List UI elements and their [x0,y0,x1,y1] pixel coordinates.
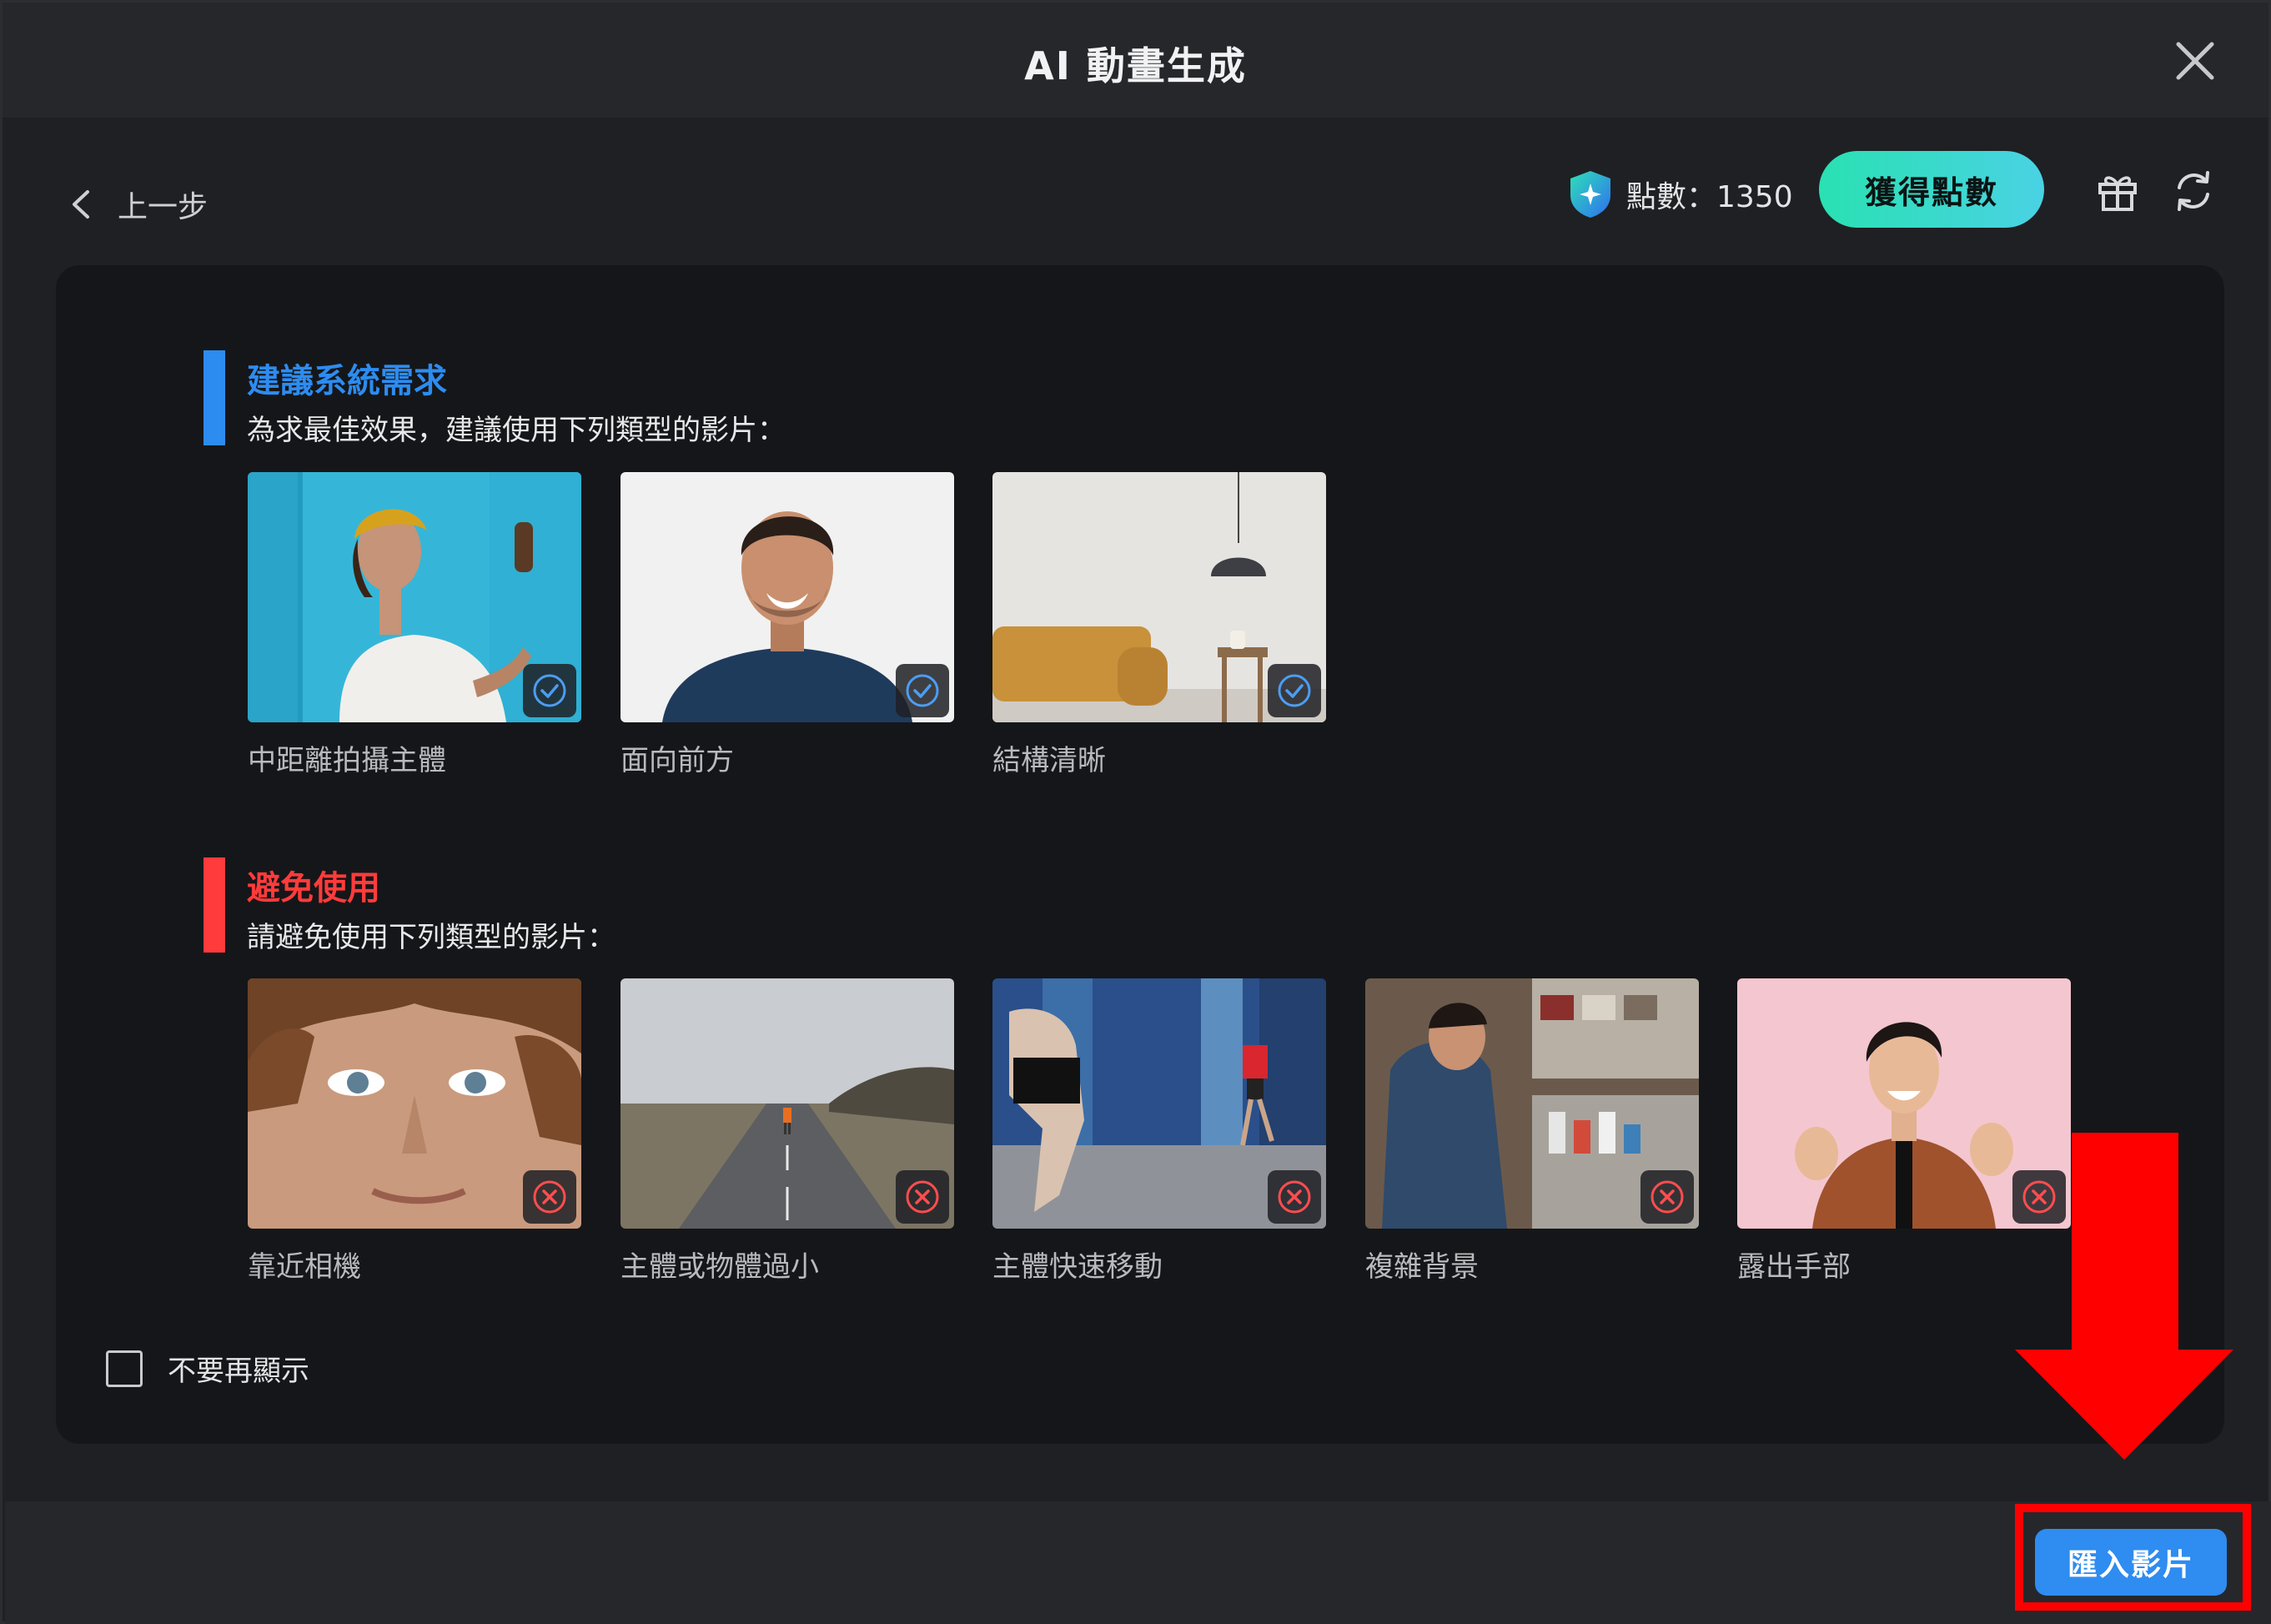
thumbnail-clear-structure [992,472,1326,722]
back-button[interactable]: 上一步 [69,182,208,227]
thumbnail-subject-too-small [621,978,954,1229]
recommended-card-medium-shot: 中距離拍攝主體 [248,472,581,778]
title-bar: AI 動畫生成 [3,3,2268,118]
dont-show-again-checkbox[interactable] [106,1350,143,1387]
back-label: 上一步 [118,190,209,224]
points-display: 點數：1350 [1566,168,1793,221]
cross-icon [1650,1180,1684,1214]
cross-icon [533,1180,566,1214]
recommended-subtitle: 為求最佳效果，建議使用下列類型的影片： [247,414,786,447]
avoid-subtitle: 請避免使用下列類型的影片： [247,921,615,954]
card-label: 中距離拍攝主體 [248,744,446,777]
card-label: 複雜背景 [1365,1250,1479,1284]
thumbnail-medium-shot [248,472,581,722]
refresh-icon [2178,171,2209,211]
avoid-card-close-to-camera: 靠近相機 [248,978,581,1285]
close-button[interactable] [2172,38,2218,84]
dont-show-again-option[interactable]: 不要再顯示 [106,1348,309,1389]
thumbnail-complex-background [1365,978,1699,1229]
refresh-button[interactable] [2171,168,2216,214]
down-arrow-annotation [2015,1133,2233,1460]
gift-button[interactable] [2096,169,2139,213]
avoid-card-complex-background: 複雜背景 [1365,978,1699,1285]
dont-show-again-label: 不要再顯示 [168,1355,309,1388]
gift-icon [2098,176,2137,211]
cross-badge [1268,1170,1321,1224]
points-shield-icon [1570,171,1610,218]
chevron-left-icon [73,190,89,219]
check-icon [906,674,939,707]
check-icon [1278,674,1311,707]
check-badge [896,664,949,717]
close-icon [2176,42,2214,80]
get-points-button[interactable]: 獲得點數 [1819,151,2044,228]
avoid-card-fast-motion: 主體快速移動 [992,978,1326,1285]
recommended-card-facing-front: 面向前方 [621,472,954,778]
cross-badge [523,1170,576,1224]
card-label: 面向前方 [621,744,734,777]
check-badge [523,664,576,717]
dialog-title: AI 動畫生成 [1024,43,1247,88]
content-panel: 建議系統需求 為求最佳效果，建議使用下列類型的影片： 中距離拍攝主體 面向前方 … [56,265,2224,1444]
avoid-accent-bar [203,857,225,953]
cross-badge [896,1170,949,1224]
points-label: 點數：1350 [1626,180,1793,214]
check-icon [533,674,566,707]
cross-icon [906,1180,939,1214]
thumbnail-facing-front [621,472,954,722]
card-label: 主體快速移動 [992,1250,1163,1284]
card-label: 結構清晰 [992,744,1106,777]
ai-animation-dialog: AI 動畫生成 上一步 點數：1350 獲得點數 建議系統需求 為求最佳效果，建… [0,0,2271,1624]
footer-bar [5,1501,2271,1624]
card-label: 主體或物體過小 [621,1250,819,1284]
cross-badge [1640,1170,1694,1224]
card-label: 靠近相機 [248,1250,361,1284]
import-video-button[interactable]: 匯入影片 [2035,1529,2227,1596]
check-badge [1268,664,1321,717]
cross-icon [1278,1180,1311,1214]
thumbnail-fast-motion [992,978,1326,1229]
recommended-card-clear-structure: 結構清晰 [992,472,1326,778]
thumbnail-close-to-camera [248,978,581,1229]
recommended-title: 建議系統需求 [247,362,447,400]
avoid-title: 避免使用 [247,869,380,908]
recommended-accent-bar [203,350,225,445]
avoid-card-subject-too-small: 主體或物體過小 [621,978,954,1285]
